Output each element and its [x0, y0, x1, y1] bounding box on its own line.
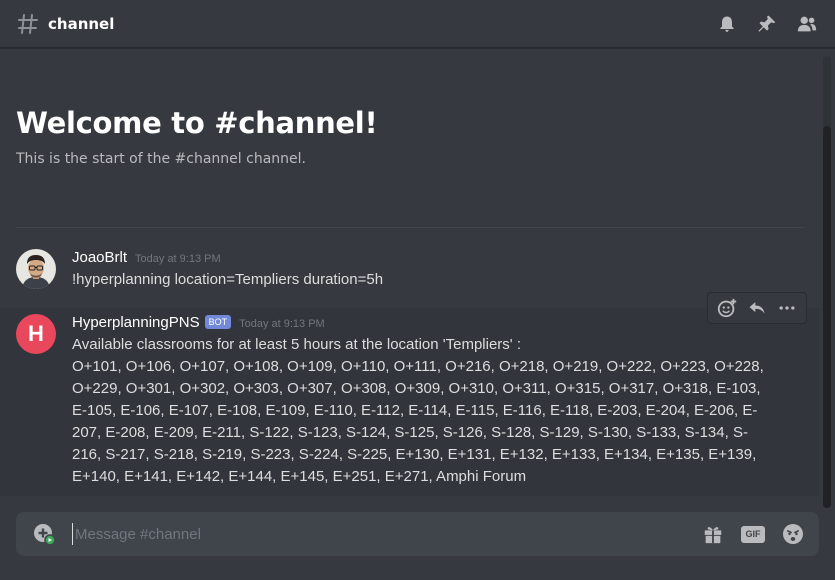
- message-header: JoaoBrlt Today at 9:13 PM: [72, 249, 221, 266]
- gif-icon[interactable]: GIF: [741, 522, 765, 546]
- message-content: !hyperplanning location=Templiers durati…: [72, 271, 384, 288]
- scrollbar-thumb[interactable]: [823, 126, 831, 508]
- message-header: HyperplanningPNS BOT Today at 9:13 PM: [72, 314, 325, 331]
- emoji-icon[interactable]: [781, 522, 805, 546]
- gif-label: GIF: [741, 525, 765, 543]
- divider: [16, 227, 804, 228]
- add-reaction-icon[interactable]: [715, 296, 739, 320]
- reply-icon[interactable]: [745, 296, 769, 320]
- message-composer: GIF: [16, 512, 819, 556]
- timestamp: Today at 9:13 PM: [239, 318, 325, 330]
- welcome-title: Welcome to #channel!: [16, 106, 378, 140]
- gift-icon[interactable]: [701, 522, 725, 546]
- message-item[interactable]: JoaoBrlt Today at 9:13 PM !hyperplanning…: [0, 240, 820, 296]
- message-item[interactable]: H HyperplanningPNS BOT Today at 9:13 PM …: [0, 292, 820, 496]
- channel-header: channel: [0, 0, 835, 48]
- message-content: Available classrooms for at least 5 hour…: [72, 334, 772, 488]
- composer-toolbar: GIF: [701, 522, 805, 546]
- channel-name: channel: [48, 14, 115, 33]
- hash-icon: [16, 12, 40, 36]
- message-actions: [707, 292, 807, 324]
- message-line: Available classrooms for at least 5 hour…: [72, 336, 521, 353]
- username[interactable]: JoaoBrlt: [72, 249, 127, 266]
- attach-icon[interactable]: [32, 522, 56, 546]
- bell-icon[interactable]: [715, 12, 739, 36]
- avatar[interactable]: [16, 249, 56, 289]
- bot-tag: BOT: [204, 315, 232, 329]
- avatar-letter: H: [28, 321, 44, 346]
- avatar[interactable]: H: [16, 314, 56, 354]
- header-toolbar: [715, 12, 819, 36]
- pin-icon[interactable]: [755, 12, 779, 36]
- username[interactable]: HyperplanningPNS: [72, 314, 200, 331]
- timestamp: Today at 9:13 PM: [135, 253, 221, 265]
- members-icon[interactable]: [795, 12, 819, 36]
- more-icon[interactable]: [775, 296, 799, 320]
- message-line: O+101, O+106, O+107, O+108, O+109, O+110…: [72, 358, 764, 485]
- scrollbar[interactable]: [823, 56, 831, 508]
- welcome-subtitle: This is the start of the #channel channe…: [16, 151, 306, 167]
- message-input[interactable]: [72, 523, 632, 545]
